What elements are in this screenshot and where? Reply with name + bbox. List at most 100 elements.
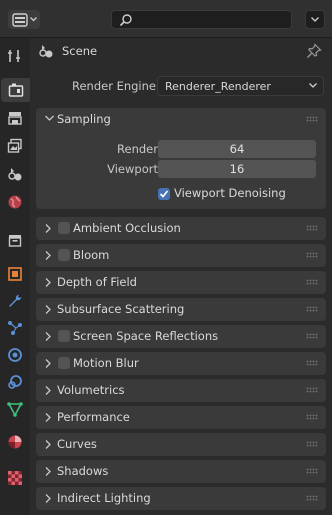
chevron-right-icon — [45, 440, 51, 449]
panel-header-indirect-lighting[interactable]: Indirect Lighting — [36, 487, 326, 510]
chevron-right-icon — [45, 224, 51, 233]
editor-type-button[interactable] — [8, 10, 40, 29]
tab-world[interactable] — [3, 190, 27, 214]
scene-icon — [8, 168, 22, 181]
object-icon — [8, 267, 22, 281]
panel-indirect-lighting: Indirect Lighting — [36, 487, 326, 510]
viewport-samples-value: 16 — [229, 162, 245, 176]
panel-title: Indirect Lighting — [57, 491, 151, 505]
panel-shadows: Shadows — [36, 460, 326, 483]
panel-header-screen-space-reflections[interactable]: Screen Space Reflections — [36, 325, 326, 348]
drag-grip-icon[interactable] — [306, 360, 318, 366]
render-samples-value: 64 — [229, 142, 245, 156]
render-icon — [8, 83, 23, 97]
options-dropdown-button[interactable] — [305, 10, 325, 29]
tab-material[interactable] — [3, 430, 27, 454]
properties-editor-icon — [11, 12, 28, 27]
render-engine-value: Renderer_Renderer — [165, 80, 271, 93]
checkmark-icon — [159, 190, 169, 198]
render-samples-row: Render 64 — [36, 140, 326, 158]
drag-grip-icon[interactable] — [306, 495, 318, 501]
tab-scene[interactable] — [3, 162, 27, 186]
drag-grip-icon[interactable] — [306, 279, 318, 285]
panel-title: Bloom — [73, 248, 110, 262]
panel-enable-checkbox[interactable] — [58, 249, 70, 261]
header-bar — [0, 0, 332, 38]
mesh-data-icon — [7, 402, 23, 417]
panel-depth-of-field: Depth of Field — [36, 271, 326, 294]
render-samples-label: Render — [117, 142, 158, 156]
panel-title: Curves — [57, 437, 97, 451]
drag-grip-icon[interactable] — [306, 414, 318, 420]
drag-grip-icon[interactable] — [306, 333, 318, 339]
panel-header-depth-of-field[interactable]: Depth of Field — [36, 271, 326, 294]
drag-grip-icon[interactable] — [306, 306, 318, 312]
drag-grip-icon[interactable] — [306, 225, 318, 231]
panel-motion-blur: Motion Blur — [36, 352, 326, 375]
checkbox-checked[interactable] — [158, 188, 170, 200]
viewport-samples-row: Viewport 16 — [36, 160, 326, 178]
panel-header-performance[interactable]: Performance — [36, 406, 326, 429]
drag-grip-icon[interactable] — [306, 116, 318, 122]
view-layer-icon — [7, 138, 22, 153]
panel-header-volumetrics[interactable]: Volumetrics — [36, 379, 326, 402]
chevron-right-icon — [45, 359, 51, 368]
panel-subsurface-scattering: Subsurface Scattering — [36, 298, 326, 321]
physics-icon — [8, 348, 22, 362]
chevron-right-icon — [45, 332, 51, 341]
render-engine-dropdown[interactable]: Renderer_Renderer — [157, 76, 324, 96]
panel-header-shadows[interactable]: Shadows — [36, 460, 326, 483]
properties-main: Scene Render Engine Renderer_Renderer Sa… — [30, 38, 332, 515]
chevron-right-icon — [45, 278, 51, 287]
tab-particles[interactable] — [3, 316, 27, 340]
panel-title: Shadows — [57, 464, 109, 478]
search-input[interactable] — [111, 10, 292, 29]
panel-title: Screen Space Reflections — [73, 329, 219, 343]
scene-icon — [39, 45, 53, 58]
chevron-right-icon — [45, 251, 51, 260]
drag-grip-icon[interactable] — [306, 441, 318, 447]
search-icon — [119, 14, 132, 27]
drag-grip-icon[interactable] — [306, 387, 318, 393]
tab-view-layer[interactable] — [3, 134, 27, 158]
tab-tool[interactable] — [3, 44, 27, 68]
panel-header-ambient-occlusion[interactable]: Ambient Occlusion — [36, 217, 326, 240]
tab-data[interactable] — [3, 397, 27, 421]
render-samples-field[interactable]: 64 — [158, 140, 316, 158]
drag-grip-icon[interactable] — [306, 468, 318, 474]
tab-physics[interactable] — [3, 343, 27, 367]
pin-icon[interactable] — [306, 43, 322, 59]
panel-header-subsurface-scattering[interactable]: Subsurface Scattering — [36, 298, 326, 321]
chevron-down-icon — [311, 17, 319, 22]
texture-icon — [8, 471, 22, 485]
tab-output[interactable] — [3, 106, 27, 130]
viewport-samples-field[interactable]: 16 — [158, 160, 316, 178]
tab-constraints[interactable] — [3, 370, 27, 394]
tab-object[interactable] — [3, 262, 27, 286]
panel-volumetrics: Volumetrics — [36, 379, 326, 402]
world-icon — [8, 195, 22, 209]
tab-render[interactable] — [1, 78, 30, 102]
chevron-right-icon — [45, 386, 51, 395]
panel-enable-checkbox[interactable] — [58, 222, 70, 234]
constraints-icon — [8, 375, 22, 389]
chevron-down-icon — [309, 83, 317, 88]
viewport-samples-label: Viewport — [107, 162, 158, 176]
tab-modifiers[interactable] — [3, 289, 27, 313]
properties-tab-strip — [0, 38, 30, 515]
panel-header-curves[interactable]: Curves — [36, 433, 326, 456]
viewport-denoising-label: Viewport Denoising — [174, 186, 286, 200]
panel-title: Volumetrics — [57, 383, 125, 397]
panel-header-sampling[interactable]: Sampling — [36, 108, 326, 131]
panel-header-bloom[interactable]: Bloom — [36, 244, 326, 267]
panel-enable-checkbox[interactable] — [58, 357, 70, 369]
panel-title: Subsurface Scattering — [57, 302, 185, 316]
panel-sampling: Sampling Render 64 Viewport 16 Viewport — [36, 108, 326, 209]
chevron-down-icon — [45, 115, 54, 121]
panel-enable-checkbox[interactable] — [58, 330, 70, 342]
tab-collection[interactable] — [3, 228, 27, 252]
panel-header-motion-blur[interactable]: Motion Blur — [36, 352, 326, 375]
panel-performance: Performance — [36, 406, 326, 429]
tab-texture[interactable] — [3, 466, 27, 490]
drag-grip-icon[interactable] — [306, 252, 318, 258]
